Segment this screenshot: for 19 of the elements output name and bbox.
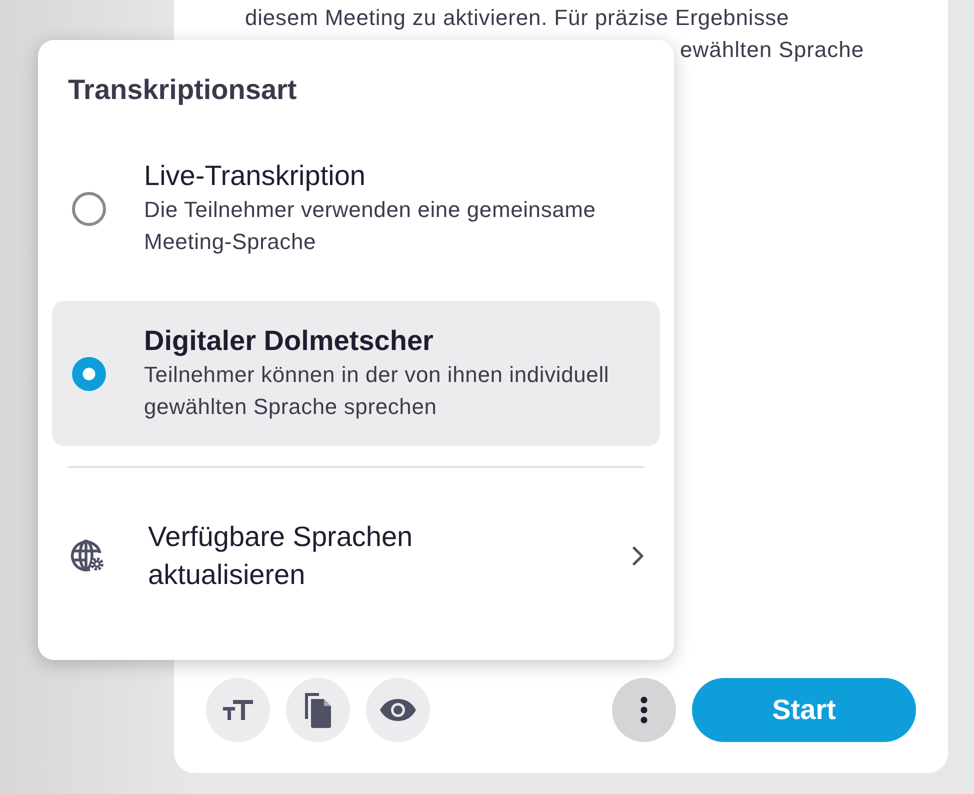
chevron-right-icon xyxy=(632,546,644,566)
menu-title: Transkriptionsart xyxy=(67,74,298,106)
option-description: Teilnehmer können in der von ihnen individuell gewählten Sprache sprechen xyxy=(144,360,610,421)
transcription-option[interactable]: Digitaler Dolmetscher Teilnehmer können in der von ihnen individuell gewählten Sprache sprechen xyxy=(52,301,660,446)
update-languages-item[interactable]: Verfügbare Sprachen aktualisieren xyxy=(52,468,660,634)
more-vertical-icon xyxy=(640,696,648,724)
eye-icon xyxy=(379,698,417,722)
transcription-option[interactable]: Live-Transkription Die Teilnehmer verwenden eine gemeinsame Meeting-Sprache xyxy=(52,136,660,281)
radio-button[interactable] xyxy=(72,356,106,390)
menu-item-label: Verfügbare Sprachen aktualisieren xyxy=(148,520,414,592)
globe-gear-icon xyxy=(70,539,106,573)
option-description: Die Teilnehmer verwenden eine gemeinsame Meeting-Sprache xyxy=(144,196,597,256)
option-title: Digitaler Dolmetscher xyxy=(144,324,434,356)
option-title: Live-Transkription xyxy=(144,160,366,192)
radio-button[interactable] xyxy=(72,192,106,226)
copy-icon xyxy=(302,691,334,729)
instruction-text: diesem Meeting zu aktivieren. Für präzise Ergebnisse xyxy=(245,4,790,32)
text-size-icon xyxy=(221,698,255,722)
instruction-text: ewählten Sprache xyxy=(680,36,864,64)
